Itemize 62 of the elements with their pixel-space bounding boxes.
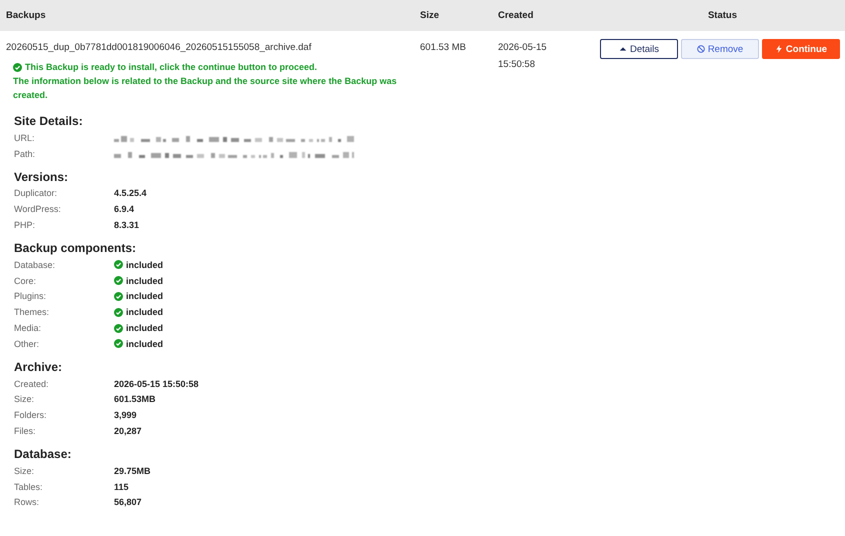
ban-icon — [696, 45, 705, 53]
table-cell-text: 601.53 MB — [420, 41, 467, 53]
status-text: included — [126, 276, 164, 286]
field-value: 2026-05-15 15:50:58 — [114, 378, 199, 389]
field-value: 4.5.25.4 — [114, 188, 147, 198]
field-label: Database: — [14, 260, 56, 270]
field-label: PHP: — [14, 220, 36, 230]
section-heading: Versions: — [14, 170, 70, 184]
field-label: Files: — [14, 426, 37, 436]
field-label: Themes: — [14, 307, 50, 318]
section-heading: Site Details: — [14, 114, 84, 128]
remove-button[interactable]: Remove — [681, 39, 759, 59]
status-text: included — [126, 338, 164, 349]
field-label: Media: — [14, 323, 42, 334]
column-header: Backups — [6, 10, 47, 21]
field-label: Core: — [14, 276, 38, 286]
field-label: Tables: — [14, 482, 44, 492]
caret-up-icon — [618, 45, 627, 53]
field-label: URL: — [14, 132, 36, 143]
column-header: Size — [420, 10, 440, 21]
field-value: 601.53MB — [114, 394, 156, 404]
check-circle-icon — [114, 308, 123, 317]
column-header: Created — [498, 10, 534, 21]
section-heading: Database: — [14, 446, 72, 461]
field-value: 56,807 — [114, 497, 142, 508]
field-label: Other: — [14, 338, 40, 349]
field-value: 3,999 — [114, 410, 137, 420]
check-circle-icon — [114, 260, 123, 270]
section-heading: Backup components: — [14, 240, 138, 255]
table-cell-text: 20260515_dup_0b7781dd001819006046_20260515155058_archive.daf — [6, 41, 312, 53]
success-message: This Backup is ready to install, click the continue button to proceed. — [13, 60, 403, 74]
check-circle-icon — [114, 339, 123, 348]
table-cell-text: 15:50:58 — [498, 59, 536, 70]
field-label: Created: — [14, 378, 50, 389]
field-value: 8.3.31 — [114, 220, 140, 230]
field-label: Duplicator: — [14, 188, 58, 198]
check-circle-icon — [114, 292, 123, 301]
status-text: included — [126, 307, 164, 318]
section-heading: Archive: — [14, 360, 64, 374]
table-cell-text: 2026-05-15 — [498, 42, 548, 53]
field-label: Rows: — [14, 497, 40, 508]
lightning-icon — [774, 45, 783, 53]
check-circle-icon — [114, 276, 123, 286]
continue-button[interactable]: Continue — [762, 39, 840, 59]
field-label: Size: — [14, 466, 36, 476]
field-value: 20,287 — [114, 426, 142, 436]
field-label: Folders: — [14, 410, 48, 420]
field-label: Size: — [14, 394, 36, 404]
status-text: included — [126, 291, 164, 302]
check-circle-icon — [13, 62, 22, 72]
field-value: 29.75MB — [114, 466, 151, 476]
status-text: included — [126, 260, 164, 270]
check-circle-icon — [114, 324, 123, 333]
details-button[interactable]: Details — [600, 39, 678, 59]
column-header: Status — [706, 10, 738, 21]
info-message: The information below is related to the Backup and the source site where the Backup was created. — [13, 75, 398, 102]
status-text: included — [126, 323, 164, 334]
field-label: WordPress: — [14, 204, 62, 214]
field-label: Path: — [14, 148, 36, 159]
field-value: 6.9.4 — [114, 204, 134, 214]
field-label: Plugins: — [14, 291, 48, 302]
field-value: 115 — [114, 482, 129, 492]
